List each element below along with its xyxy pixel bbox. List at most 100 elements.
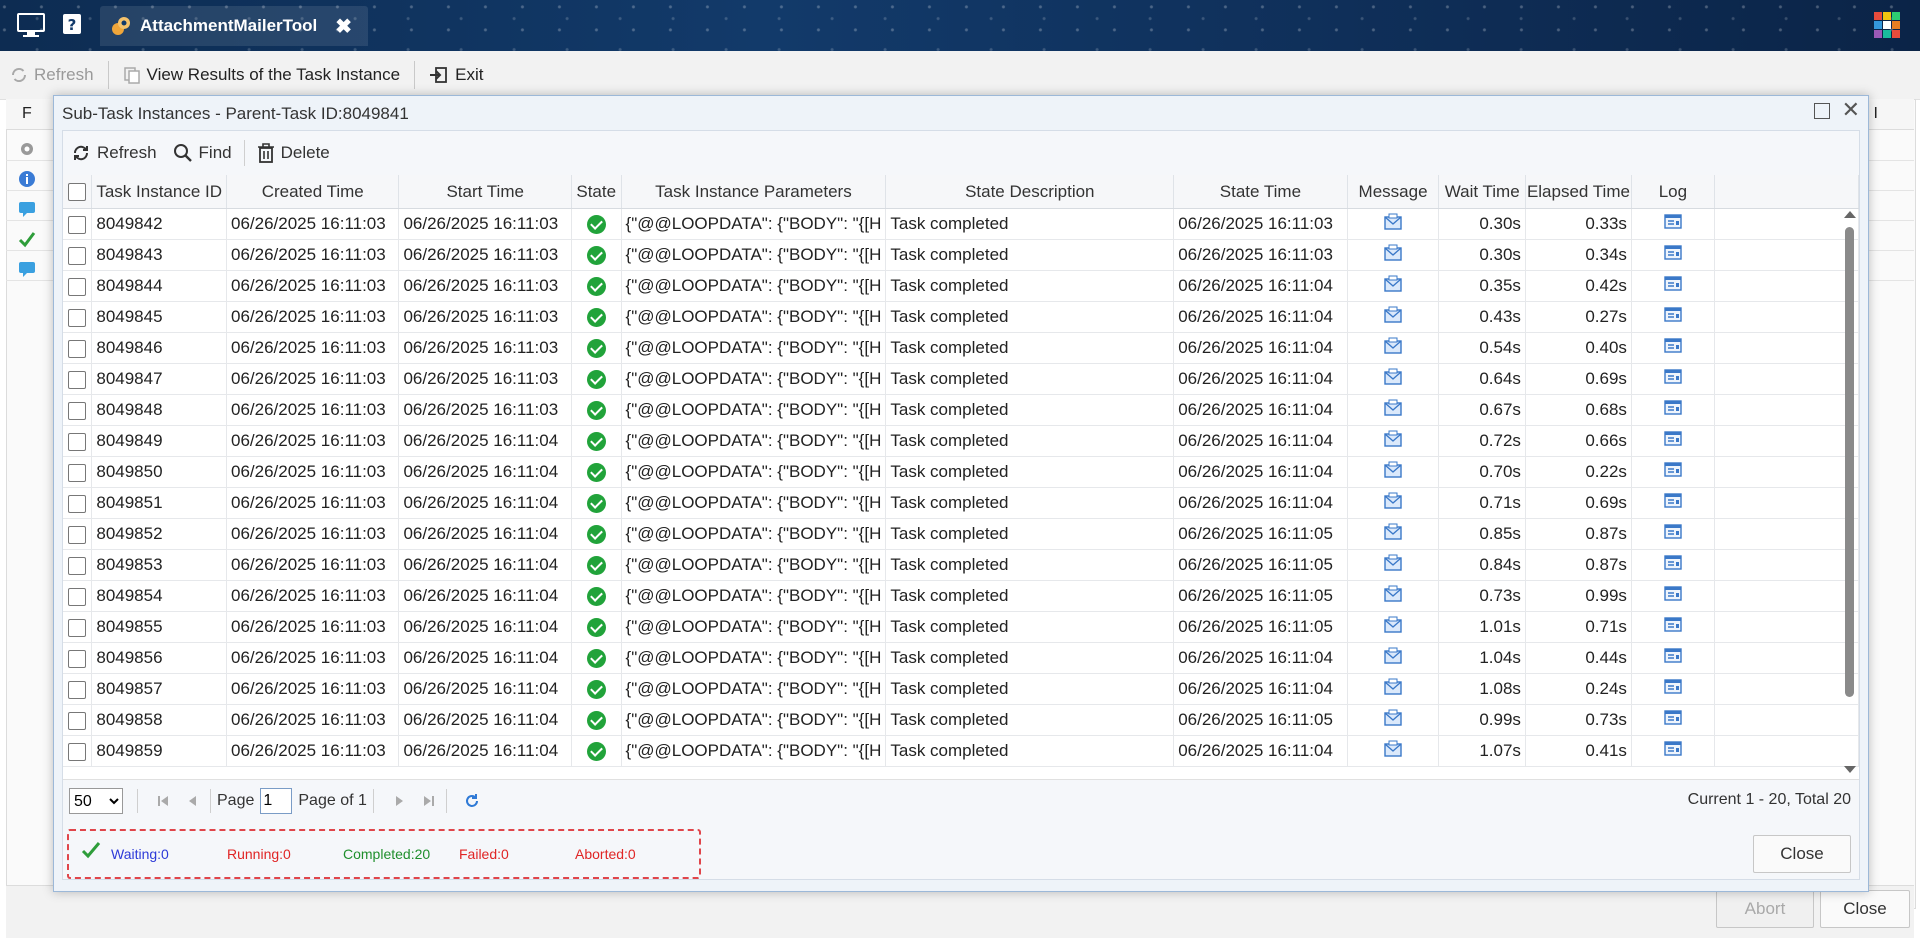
row-checkbox[interactable] [63, 549, 93, 581]
page-size-select[interactable]: 50 [69, 788, 123, 814]
column-header[interactable]: Log [1631, 175, 1715, 209]
row-checkbox[interactable] [63, 735, 93, 767]
envelope-icon[interactable] [1383, 616, 1403, 638]
log-icon[interactable] [1663, 647, 1683, 669]
table-row[interactable]: 8049843 06/26/2025 16:11:03 06/26/2025 16:… [63, 239, 1859, 271]
table-row[interactable]: 8049856 06/26/2025 16:11:03 06/26/2025 16:… [63, 642, 1859, 674]
table-row[interactable]: 8049846 06/26/2025 16:11:03 06/26/2025 16:… [63, 332, 1859, 364]
column-header[interactable]: State Time [1173, 175, 1348, 209]
log-icon[interactable] [1663, 430, 1683, 452]
maximize-icon[interactable] [1814, 103, 1830, 119]
table-row[interactable]: 8049842 06/26/2025 16:11:03 06/26/2025 16:… [63, 208, 1859, 240]
scroll-down-icon[interactable] [1844, 766, 1856, 773]
log-icon[interactable] [1663, 213, 1683, 235]
log-icon[interactable] [1663, 678, 1683, 700]
row-checkbox[interactable] [63, 363, 93, 395]
dialog-close-icon[interactable]: ✕ [1842, 99, 1860, 121]
table-row[interactable]: 8049855 06/26/2025 16:11:03 06/26/2025 16:… [63, 611, 1859, 643]
envelope-icon[interactable] [1383, 306, 1403, 328]
table-row[interactable]: 8049859 06/26/2025 16:11:03 06/26/2025 16:… [63, 735, 1859, 767]
find-button[interactable]: Find [165, 131, 240, 175]
vertical-scrollbar[interactable] [1842, 175, 1856, 779]
task-instance-parameters[interactable]: {"@@LOOPDATA": {"BODY": "{[H [621, 239, 887, 271]
column-header[interactable]: Start Time [398, 175, 572, 209]
page-number-input[interactable] [260, 788, 293, 814]
monitor-icon[interactable] [16, 11, 46, 39]
row-checkbox[interactable] [63, 394, 93, 426]
row-checkbox[interactable] [63, 332, 93, 364]
task-instance-parameters[interactable]: {"@@LOOPDATA": {"BODY": "{[H [621, 518, 887, 550]
column-header[interactable]: Message [1347, 175, 1440, 209]
task-instance-parameters[interactable]: {"@@LOOPDATA": {"BODY": "{[H [621, 301, 887, 333]
table-row[interactable]: 8049857 06/26/2025 16:11:03 06/26/2025 16:… [63, 673, 1859, 705]
table-row[interactable]: 8049858 06/26/2025 16:11:03 06/26/2025 16:… [63, 704, 1859, 736]
envelope-icon[interactable] [1383, 523, 1403, 545]
task-instance-parameters[interactable]: {"@@LOOPDATA": {"BODY": "{[H [621, 673, 887, 705]
log-icon[interactable] [1663, 523, 1683, 545]
log-icon[interactable] [1663, 709, 1683, 731]
task-instance-parameters[interactable]: {"@@LOOPDATA": {"BODY": "{[H [621, 332, 887, 364]
scroll-up-icon[interactable] [1844, 211, 1856, 218]
task-instance-parameters[interactable]: {"@@LOOPDATA": {"BODY": "{[H [621, 208, 887, 240]
envelope-icon[interactable] [1383, 492, 1403, 514]
task-instance-parameters[interactable]: {"@@LOOPDATA": {"BODY": "{[H [621, 456, 887, 488]
task-instance-parameters[interactable]: {"@@LOOPDATA": {"BODY": "{[H [621, 580, 887, 612]
envelope-icon[interactable] [1383, 213, 1403, 235]
main-refresh-button[interactable]: Refresh [0, 51, 104, 99]
task-instance-parameters[interactable]: {"@@LOOPDATA": {"BODY": "{[H [621, 611, 887, 643]
table-row[interactable]: 8049844 06/26/2025 16:11:03 06/26/2025 16:… [63, 270, 1859, 302]
tab-attachment-mailer-tool[interactable]: AttachmentMailerTool ✖ [100, 6, 368, 46]
row-checkbox[interactable] [63, 487, 93, 519]
envelope-icon[interactable] [1383, 740, 1403, 762]
log-icon[interactable] [1663, 461, 1683, 483]
log-icon[interactable] [1663, 492, 1683, 514]
table-row[interactable]: 8049850 06/26/2025 16:11:03 06/26/2025 16:… [63, 456, 1859, 488]
envelope-icon[interactable] [1383, 709, 1403, 731]
log-icon[interactable] [1663, 554, 1683, 576]
envelope-icon[interactable] [1383, 554, 1403, 576]
task-instance-parameters[interactable]: {"@@LOOPDATA": {"BODY": "{[H [621, 704, 887, 736]
row-checkbox[interactable] [63, 301, 93, 333]
last-page-icon[interactable] [418, 790, 440, 812]
table-row[interactable]: 8049854 06/26/2025 16:11:03 06/26/2025 16:… [63, 580, 1859, 612]
table-row[interactable]: 8049853 06/26/2025 16:11:03 06/26/2025 16:… [63, 549, 1859, 581]
column-header[interactable]: Wait Time [1438, 175, 1526, 209]
delete-button[interactable]: Delete [249, 131, 338, 175]
task-instance-parameters[interactable]: {"@@LOOPDATA": {"BODY": "{[H [621, 394, 887, 426]
row-checkbox[interactable] [63, 270, 93, 302]
row-checkbox[interactable] [63, 704, 93, 736]
task-instance-parameters[interactable]: {"@@LOOPDATA": {"BODY": "{[H [621, 425, 887, 457]
task-instance-parameters[interactable]: {"@@LOOPDATA": {"BODY": "{[H [621, 735, 887, 767]
log-icon[interactable] [1663, 616, 1683, 638]
envelope-icon[interactable] [1383, 244, 1403, 266]
envelope-icon[interactable] [1383, 585, 1403, 607]
log-icon[interactable] [1663, 244, 1683, 266]
reload-icon[interactable] [461, 790, 483, 812]
row-checkbox[interactable] [63, 208, 93, 240]
envelope-icon[interactable] [1383, 430, 1403, 452]
column-header[interactable]: Task Instance Parameters [621, 175, 887, 209]
envelope-icon[interactable] [1383, 647, 1403, 669]
log-icon[interactable] [1663, 337, 1683, 359]
prev-page-icon[interactable] [182, 790, 204, 812]
row-checkbox[interactable] [63, 456, 93, 488]
log-icon[interactable] [1663, 399, 1683, 421]
envelope-icon[interactable] [1383, 368, 1403, 390]
envelope-icon[interactable] [1383, 275, 1403, 297]
row-checkbox[interactable] [63, 239, 93, 271]
select-all-checkbox[interactable] [63, 175, 93, 209]
envelope-icon[interactable] [1383, 337, 1403, 359]
row-checkbox[interactable] [63, 425, 93, 457]
envelope-icon[interactable] [1383, 678, 1403, 700]
log-icon[interactable] [1663, 306, 1683, 328]
help-icon[interactable]: ? [60, 11, 90, 39]
column-header[interactable]: Elapsed Time [1525, 175, 1632, 209]
table-row[interactable]: 8049847 06/26/2025 16:11:03 06/26/2025 16:… [63, 363, 1859, 395]
row-checkbox[interactable] [63, 518, 93, 550]
column-header[interactable]: State [571, 175, 622, 209]
main-close-button[interactable]: Close [1820, 890, 1910, 928]
column-header[interactable]: Task Instance ID [91, 175, 227, 209]
next-page-icon[interactable] [388, 790, 410, 812]
task-instance-parameters[interactable]: {"@@LOOPDATA": {"BODY": "{[H [621, 270, 887, 302]
envelope-icon[interactable] [1383, 399, 1403, 421]
